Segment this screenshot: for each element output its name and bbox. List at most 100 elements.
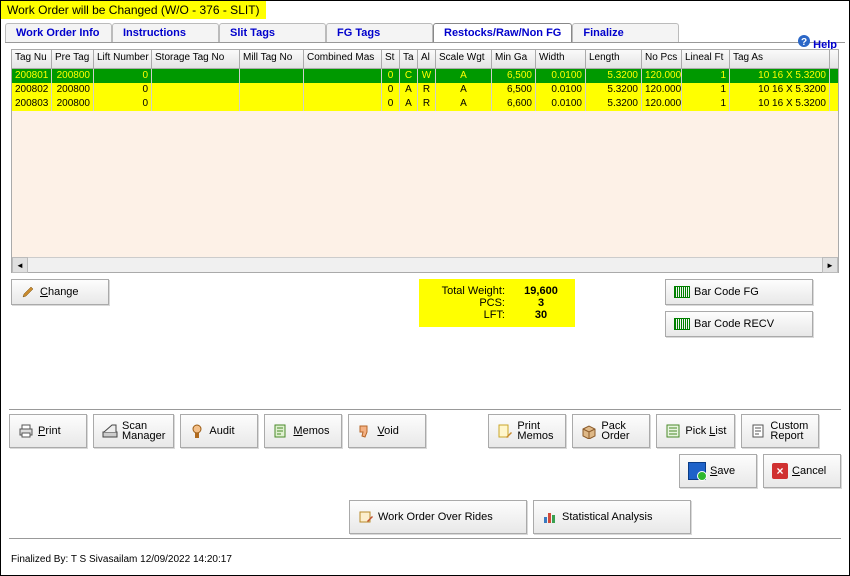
thumbs-down-icon bbox=[357, 423, 373, 439]
col-header[interactable]: Lift Number bbox=[94, 50, 152, 68]
col-header[interactable]: No Pcs bbox=[642, 50, 682, 68]
cell bbox=[152, 83, 240, 97]
list-icon bbox=[665, 423, 681, 439]
window-title: Work Order will be Changed (W/O - 376 - … bbox=[1, 1, 266, 19]
cell: 0 bbox=[94, 97, 152, 111]
chart-bar-icon bbox=[542, 509, 558, 525]
col-header[interactable]: Lineal Ft bbox=[682, 50, 730, 68]
col-header[interactable]: Scale Wgt bbox=[436, 50, 492, 68]
audit-icon bbox=[189, 423, 205, 439]
data-grid[interactable]: Tag NuPre TagLift NumberStorage Tag NoMi… bbox=[11, 49, 839, 273]
barcode-recv-button[interactable]: Bar Code RECV bbox=[665, 311, 813, 337]
void-button[interactable]: Void bbox=[348, 414, 426, 448]
cell: R bbox=[418, 97, 436, 111]
custom-report-button[interactable]: CustomReport bbox=[741, 414, 819, 448]
change-button[interactable]: Change bbox=[11, 279, 109, 305]
memo-icon bbox=[273, 423, 289, 439]
cell: 200801 bbox=[12, 69, 52, 83]
cell: W bbox=[418, 69, 436, 83]
cell: 0.0100 bbox=[536, 97, 586, 111]
cell: 200802 bbox=[12, 83, 52, 97]
col-header[interactable]: Ta bbox=[400, 50, 418, 68]
tab-work-order-info[interactable]: Work Order Info bbox=[5, 23, 112, 42]
table-row[interactable]: 20080320080000ARA6,6000.01005.3200120.00… bbox=[12, 97, 838, 111]
cell: 10 16 X 5.3200 bbox=[730, 97, 830, 111]
col-header[interactable]: Tag Nu bbox=[12, 50, 52, 68]
scroll-left-arrow[interactable]: ◄ bbox=[12, 257, 28, 273]
horizontal-scrollbar[interactable]: ◄ ► bbox=[12, 257, 838, 272]
cell bbox=[240, 69, 304, 83]
statistical-analysis-button[interactable]: Statistical Analysis bbox=[533, 500, 691, 534]
status-text: Finalized By: T S Sivasailam 12/09/2022 … bbox=[11, 554, 232, 565]
change-label: hange bbox=[48, 286, 79, 298]
barcode-fg-button[interactable]: Bar Code FG bbox=[665, 279, 813, 305]
cell: A bbox=[436, 97, 492, 111]
scanner-icon bbox=[102, 423, 118, 439]
cell: 120.0000 bbox=[642, 69, 682, 83]
cancel-x-icon: × bbox=[772, 463, 788, 479]
memos-button[interactable]: Memos bbox=[264, 414, 342, 448]
col-header[interactable]: Combined Mas bbox=[304, 50, 382, 68]
cell: C bbox=[400, 69, 418, 83]
pick-list-button[interactable]: Pick List bbox=[656, 414, 735, 448]
col-header[interactable]: Pre Tag bbox=[52, 50, 94, 68]
overrides-icon bbox=[358, 509, 374, 525]
cell: 0.0100 bbox=[536, 69, 586, 83]
cell: 5.3200 bbox=[586, 97, 642, 111]
tab-slit-tags[interactable]: Slit Tags bbox=[219, 23, 326, 42]
tab-instructions[interactable]: Instructions bbox=[112, 23, 219, 42]
col-header[interactable]: Storage Tag No bbox=[152, 50, 240, 68]
cell: 0 bbox=[94, 83, 152, 97]
cell: A bbox=[436, 69, 492, 83]
cell: 200800 bbox=[52, 69, 94, 83]
note-pencil-icon bbox=[497, 423, 513, 439]
tab-fg-tags[interactable]: FG Tags bbox=[326, 23, 433, 42]
col-header[interactable]: Tag As bbox=[730, 50, 830, 68]
print-memos-button[interactable]: PrintMemos bbox=[488, 414, 566, 448]
totals-row: LFT:30 bbox=[435, 309, 559, 321]
tab-finalize[interactable]: Finalize bbox=[572, 23, 679, 42]
cell: 200800 bbox=[52, 97, 94, 111]
cell: 5.3200 bbox=[586, 83, 642, 97]
audit-button[interactable]: Audit bbox=[180, 414, 258, 448]
col-header[interactable]: St bbox=[382, 50, 400, 68]
cell bbox=[304, 83, 382, 97]
scan-manager-button[interactable]: ScanManager bbox=[93, 414, 174, 448]
cell: 0 bbox=[94, 69, 152, 83]
save-disk-icon bbox=[688, 462, 706, 480]
col-header[interactable]: Mill Tag No bbox=[240, 50, 304, 68]
totals-panel: Total Weight:19,600PCS:3LFT:30 bbox=[419, 279, 575, 327]
col-header[interactable]: Width bbox=[536, 50, 586, 68]
cell: 1 bbox=[682, 69, 730, 83]
wo-overrides-button[interactable]: Work Order Over Rides bbox=[349, 500, 527, 534]
help-icon: ? bbox=[797, 33, 813, 49]
cell bbox=[152, 97, 240, 111]
pack-order-button[interactable]: PackOrder bbox=[572, 414, 650, 448]
print-button[interactable]: Print bbox=[9, 414, 87, 448]
package-icon bbox=[581, 423, 597, 439]
col-header[interactable]: Min Ga bbox=[492, 50, 536, 68]
cell bbox=[152, 69, 240, 83]
cell: 200800 bbox=[52, 83, 94, 97]
cancel-button[interactable]: × Cancel bbox=[763, 454, 841, 488]
barcode-icon bbox=[674, 286, 690, 298]
cell: 6,600 bbox=[492, 97, 536, 111]
cell: 1 bbox=[682, 97, 730, 111]
col-header[interactable]: Length bbox=[586, 50, 642, 68]
cell: 6,500 bbox=[492, 69, 536, 83]
cell: A bbox=[400, 97, 418, 111]
scroll-right-arrow[interactable]: ► bbox=[822, 257, 838, 273]
table-row[interactable]: 20080120080000CWA6,5000.01005.3200120.00… bbox=[12, 69, 838, 83]
totals-row: PCS:3 bbox=[435, 297, 559, 309]
tab-restocks-raw-non-fg[interactable]: Restocks/Raw/Non FG bbox=[433, 23, 572, 42]
totals-row: Total Weight:19,600 bbox=[435, 285, 559, 297]
cell: 0 bbox=[382, 83, 400, 97]
cell: 200803 bbox=[12, 97, 52, 111]
table-row[interactable]: 20080220080000ARA6,5000.01005.3200120.00… bbox=[12, 83, 838, 97]
col-header[interactable]: Al bbox=[418, 50, 436, 68]
save-button[interactable]: Save bbox=[679, 454, 757, 488]
cell: 6,500 bbox=[492, 83, 536, 97]
report-icon bbox=[750, 423, 766, 439]
cell: 0.0100 bbox=[536, 83, 586, 97]
cell: 10 16 X 5.3200 bbox=[730, 69, 830, 83]
